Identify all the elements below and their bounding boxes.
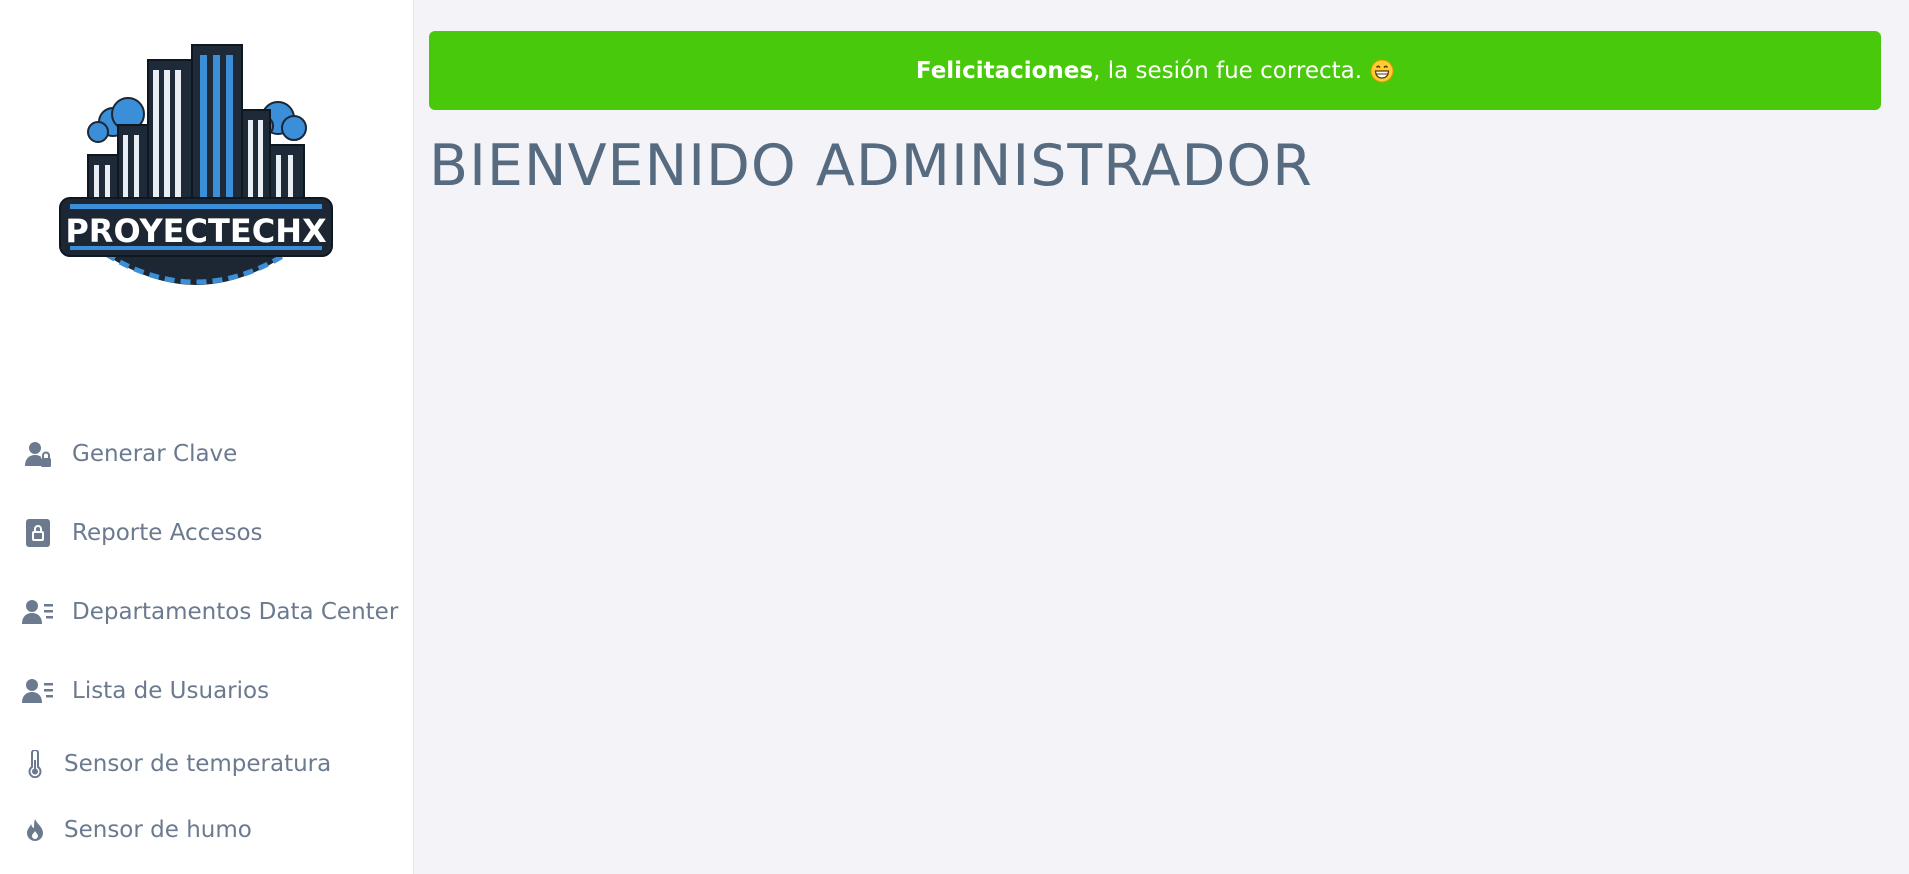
grinning-face-icon <box>1370 59 1394 82</box>
sidebar-item-label: Sensor de humo <box>64 817 252 843</box>
user-list-icon <box>22 596 54 628</box>
success-alert: Felicitaciones , la sesión fue correcta. <box>429 31 1881 110</box>
user-lock-icon <box>22 438 54 470</box>
sidebar-item-label: Reporte Accesos <box>72 520 263 546</box>
sidebar-item-sensor-de-temperatura[interactable]: Sensor de temperatura <box>22 744 331 784</box>
main-content: Felicitaciones , la sesión fue correcta.… <box>429 31 1881 200</box>
sidebar-item-label: Lista de Usuarios <box>72 678 270 704</box>
sidebar-item-label: Departamentos Data Center <box>72 599 399 625</box>
sidebar-item-generar-clave[interactable]: Generar Clave <box>22 434 237 474</box>
sidebar-item-label: Sensor de temperatura <box>64 751 332 777</box>
sidebar-item-sensor-de-humo[interactable]: Sensor de humo <box>22 810 252 850</box>
page-title: BIENVENIDO ADMINISTRADOR <box>429 133 1313 199</box>
sidebar: PROYECTECHX Generar Clave Reporte Acceso… <box>0 0 414 874</box>
app-window: PROYECTECHX Generar Clave Reporte Acceso… <box>0 0 1909 874</box>
fire-icon <box>22 814 48 846</box>
sidebar-item-lista-de-usuarios[interactable]: Lista de Usuarios <box>22 671 269 711</box>
sidebar-item-label: Generar Clave <box>72 441 238 467</box>
lock-square-icon <box>22 517 54 549</box>
proyectechx-logo[interactable]: PROYECTECHX <box>58 40 334 302</box>
logo-text: PROYECTECHX <box>65 212 327 250</box>
thermometer-icon <box>22 748 48 780</box>
user-list-icon <box>22 675 54 707</box>
alert-strong-text: Felicitaciones <box>915 57 1094 84</box>
alert-message: , la sesión fue correcta. <box>1093 57 1363 84</box>
sidebar-item-reporte-accesos[interactable]: Reporte Accesos <box>22 513 263 553</box>
sidebar-item-departamentos-data-center[interactable]: Departamentos Data Center <box>22 592 398 632</box>
